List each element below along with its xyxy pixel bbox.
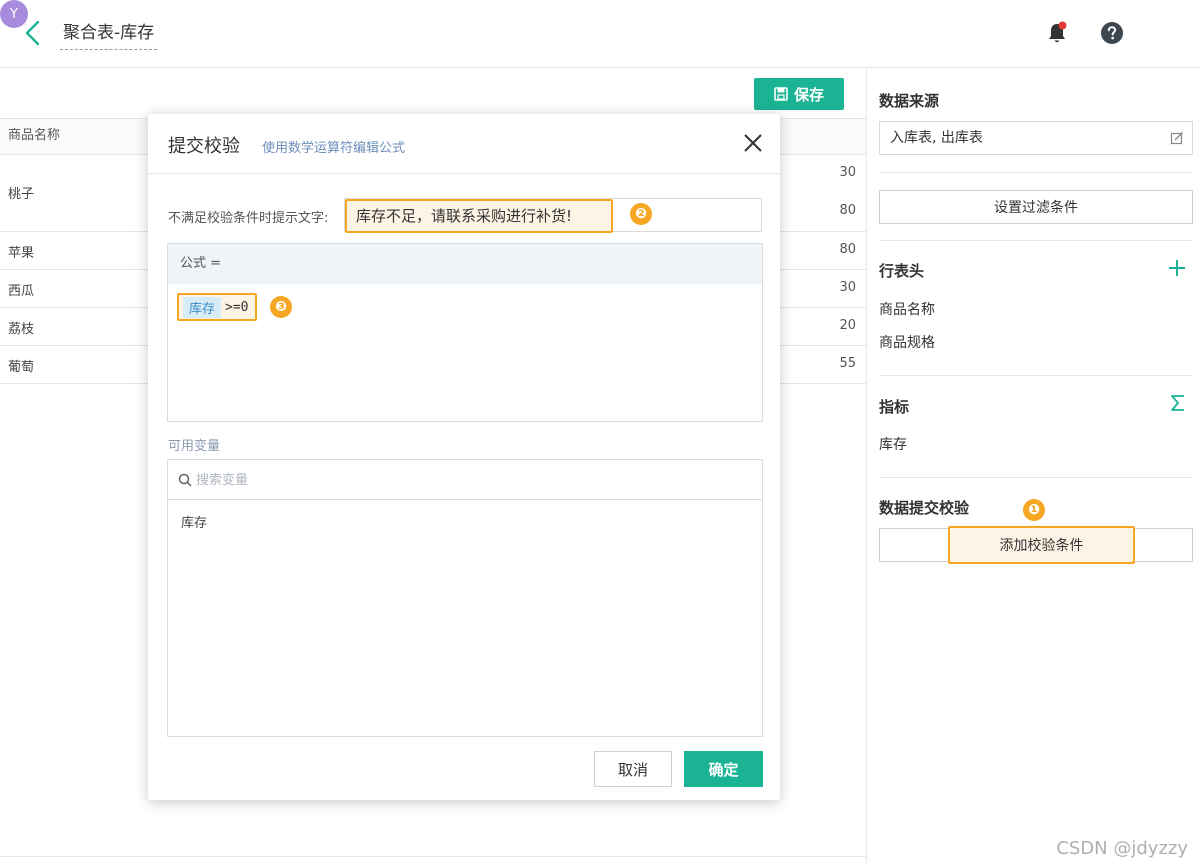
tip-label: 不满足校验条件时提示文字: [168, 211, 329, 226]
search-input[interactable] [196, 469, 736, 491]
floppy-disk-icon [774, 87, 788, 101]
plus-icon [1169, 260, 1185, 276]
notification-button[interactable] [1044, 20, 1070, 46]
confirm-button[interactable]: 确定 [684, 751, 763, 787]
step-badge-1: ❶ [1023, 499, 1045, 521]
save-button[interactable]: 保存 [754, 78, 844, 110]
tip-input[interactable]: 库存不足，请联系采购进行补货! [345, 199, 613, 233]
variable-item[interactable]: 库存 [181, 512, 207, 531]
question-circle-icon [1101, 22, 1123, 44]
validation-title: 数据提交校验 [879, 499, 970, 517]
formula-operator: >=0 [225, 299, 249, 315]
back-button[interactable] [18, 18, 46, 48]
row-header-item[interactable]: 商品名称 [879, 299, 935, 319]
divider [0, 856, 866, 857]
filter-button[interactable]: 设置过滤条件 [879, 190, 1193, 224]
watermark: CSDN @jdyzzy [1056, 838, 1188, 859]
row-value: 30 [839, 280, 856, 295]
formula-expression[interactable]: 库存 >=0 [177, 293, 257, 321]
divider [879, 240, 1193, 241]
close-icon [744, 134, 762, 152]
row-value: 30 [839, 165, 856, 180]
add-metric-button[interactable] [1170, 394, 1186, 417]
row-value: 55 [839, 356, 856, 371]
tip-input-field[interactable]: 库存不足，请联系采购进行补货! [344, 198, 762, 233]
search-icon [178, 473, 192, 487]
row-name: 西瓜 [8, 284, 35, 299]
edit-icon[interactable] [1170, 131, 1184, 145]
formula-body[interactable]: 库存 >=0 ❸ [168, 284, 762, 422]
page-title[interactable]: 聚合表-库存 [60, 20, 158, 50]
row-header-item[interactable]: 商品规格 [879, 332, 935, 352]
help-button[interactable] [1099, 20, 1125, 46]
row-value: 20 [839, 318, 856, 333]
bell-icon [1049, 21, 1067, 43]
save-button-label: 保存 [793, 85, 824, 104]
row-name: 葡萄 [8, 360, 35, 375]
row-value: 80 [839, 242, 856, 257]
config-panel: 数据来源 入库表, 出库表 设置过滤条件 行表头 商品名称 商品规格 指标 库存… [866, 69, 1200, 865]
row-name: 荔枝 [8, 322, 35, 337]
data-source-title: 数据来源 [879, 92, 940, 110]
data-source-value: 入库表, 出库表 [890, 130, 983, 146]
divider [879, 172, 1193, 173]
formula-label: 公式 = [168, 244, 762, 284]
row-name: 苹果 [8, 246, 35, 261]
chevron-left-icon [25, 20, 40, 46]
formula-variable-token[interactable]: 库存 [183, 296, 222, 318]
divider [879, 375, 1193, 376]
step-badge-2: ❷ [630, 203, 652, 225]
dialog-title: 提交校验 [168, 136, 240, 157]
add-row-header-button[interactable] [1168, 259, 1186, 282]
metrics-title: 指标 [879, 398, 910, 416]
variables-label: 可用变量 [168, 439, 221, 454]
row-value: 80 [839, 203, 856, 218]
step-badge-3: ❸ [270, 296, 292, 318]
add-validation-button-label[interactable]: 添加校验条件 [948, 526, 1135, 564]
validation-dialog: 提交校验 使用数学运算符编辑公式 不满足校验条件时提示文字: 库存不足，请联系采… [148, 114, 780, 800]
variables-list: 库存 [167, 459, 763, 737]
formula-editor[interactable]: 公式 = 库存 >=0 ❸ [167, 243, 763, 422]
sigma-icon [1171, 395, 1184, 411]
row-header-title: 行表头 [879, 262, 925, 280]
close-button[interactable] [740, 130, 766, 156]
cancel-button[interactable]: 取消 [594, 751, 672, 787]
row-name: 桃子 [8, 187, 35, 202]
dialog-subtitle: 使用数学运算符编辑公式 [262, 141, 406, 156]
metric-item[interactable]: 库存 [879, 434, 907, 454]
data-source-field[interactable]: 入库表, 出库表 [879, 121, 1193, 155]
dialog-header: 提交校验 使用数学运算符编辑公式 [148, 114, 780, 174]
divider [879, 477, 1193, 478]
top-bar: 聚合表-库存 Y [0, 0, 1200, 68]
variable-search[interactable] [168, 460, 762, 500]
